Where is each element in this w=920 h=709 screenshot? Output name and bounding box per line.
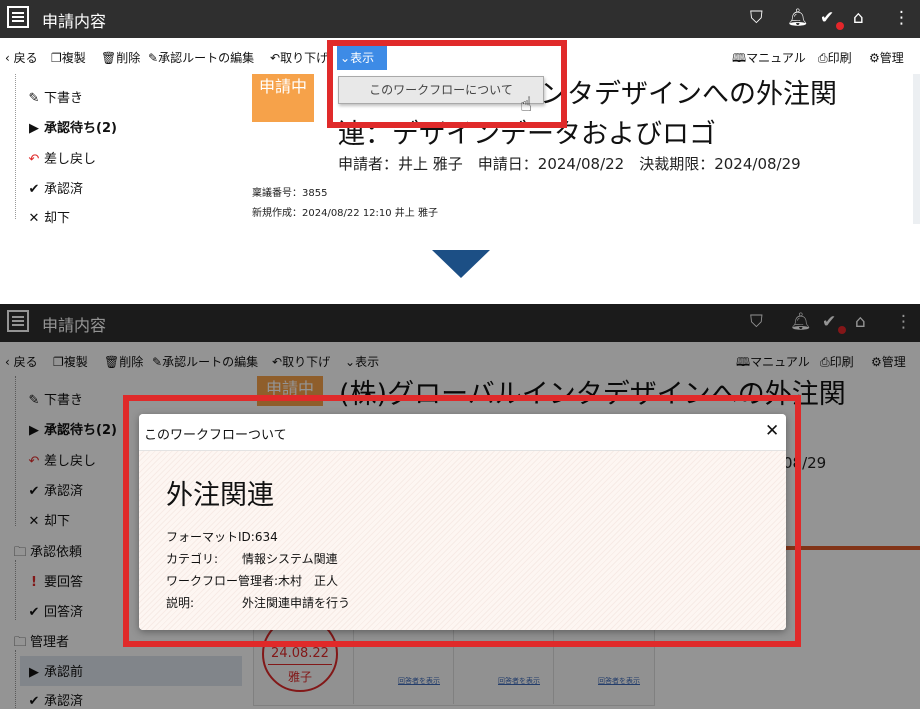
sidebar-item-returned[interactable]: ↶ 差し戻し bbox=[26, 148, 96, 167]
sidebar-item-rejected[interactable]: ✕ 却下 bbox=[26, 207, 70, 224]
copy-icon: ❐ bbox=[51, 51, 62, 65]
highlight-frame bbox=[123, 395, 801, 647]
pencil-icon: ✎ bbox=[28, 91, 40, 106]
check-icon: ✔ bbox=[28, 182, 40, 197]
close-icon: ✕ bbox=[28, 211, 40, 224]
admin-button[interactable]: ⚙管理 bbox=[869, 49, 904, 66]
edit-route-button[interactable]: ✎承認ルートの編集 bbox=[148, 49, 254, 66]
chevron-left-icon: ‹ bbox=[5, 51, 14, 65]
sidebar-item-pending[interactable]: ▶ 承認待ち(2) bbox=[26, 117, 117, 136]
highlight-frame bbox=[327, 40, 567, 128]
undo-icon: ↶ bbox=[28, 152, 40, 167]
sidebar-item-draft[interactable]: ✎ 下書き bbox=[26, 87, 83, 106]
notification-dot bbox=[836, 22, 844, 30]
print-button[interactable]: ⎙印刷 bbox=[818, 49, 852, 66]
sidebar-item-approved[interactable]: ✔ 承認済 bbox=[26, 178, 83, 197]
home-icon[interactable]: ⌂ bbox=[853, 8, 864, 28]
withdraw-button[interactable]: ↶取り下げ bbox=[270, 49, 332, 66]
triangle-right-icon: ▶ bbox=[29, 121, 39, 136]
gear-icon: ⚙ bbox=[869, 51, 880, 65]
sidebar: ✎ 下書き ▶ 承認待ち(2) ↶ 差し戻し ✔ 承認済 ✕ 却下 bbox=[0, 74, 243, 224]
delete-button[interactable]: 🗑︎削除 bbox=[101, 49, 140, 66]
printer-icon: ⎙ bbox=[818, 51, 828, 65]
after-screenshot: 申請内容 ⛉ 🔔︎ ✔ ⌂ ⋮ ‹ 戻る ❐複製 🗑︎削除 ✎承認ルートの編集 … bbox=[0, 304, 920, 709]
page-title: 申請内容 bbox=[42, 12, 107, 31]
book-icon: 🕮 bbox=[732, 51, 747, 65]
manual-button[interactable]: 🕮マニュアル bbox=[732, 49, 806, 70]
pencil-icon: ✎ bbox=[148, 51, 159, 65]
down-arrow-icon bbox=[432, 250, 490, 278]
trash-icon: 🗑︎ bbox=[101, 51, 117, 65]
menu-icon[interactable] bbox=[7, 6, 29, 28]
document-title-partial: インタデザインへの外注関 bbox=[513, 79, 837, 110]
check-icon[interactable]: ✔ bbox=[820, 8, 834, 28]
serial-number: 稟議番号：3855 bbox=[252, 188, 328, 199]
beginner-mark-icon[interactable]: ⛉ bbox=[750, 8, 763, 28]
app-header: 申請内容 ⛉ 🔔︎ ✔ ⌂ ⋮ bbox=[0, 0, 920, 38]
status-badge: 申請中 bbox=[252, 74, 314, 122]
more-vertical-icon[interactable]: ⋮ bbox=[893, 8, 910, 28]
document-meta: 申請者：井上 雅子 申請日：2024/08/22 決裁期限：2024/08/29 bbox=[338, 155, 801, 173]
undo-icon: ↶ bbox=[270, 51, 281, 65]
duplicate-button[interactable]: ❐複製 bbox=[51, 49, 86, 66]
back-button[interactable]: ‹ 戻る bbox=[5, 49, 38, 66]
created-info: 新規作成：2024/08/22 12:10 井上 雅子 bbox=[252, 208, 438, 219]
before-screenshot: 申請内容 ⛉ 🔔︎ ✔ ⌂ ⋮ ‹ 戻る ❐複製 🗑︎削除 ✎承認ルートの編集 … bbox=[0, 0, 920, 224]
bell-icon[interactable]: 🔔︎ bbox=[787, 8, 809, 28]
